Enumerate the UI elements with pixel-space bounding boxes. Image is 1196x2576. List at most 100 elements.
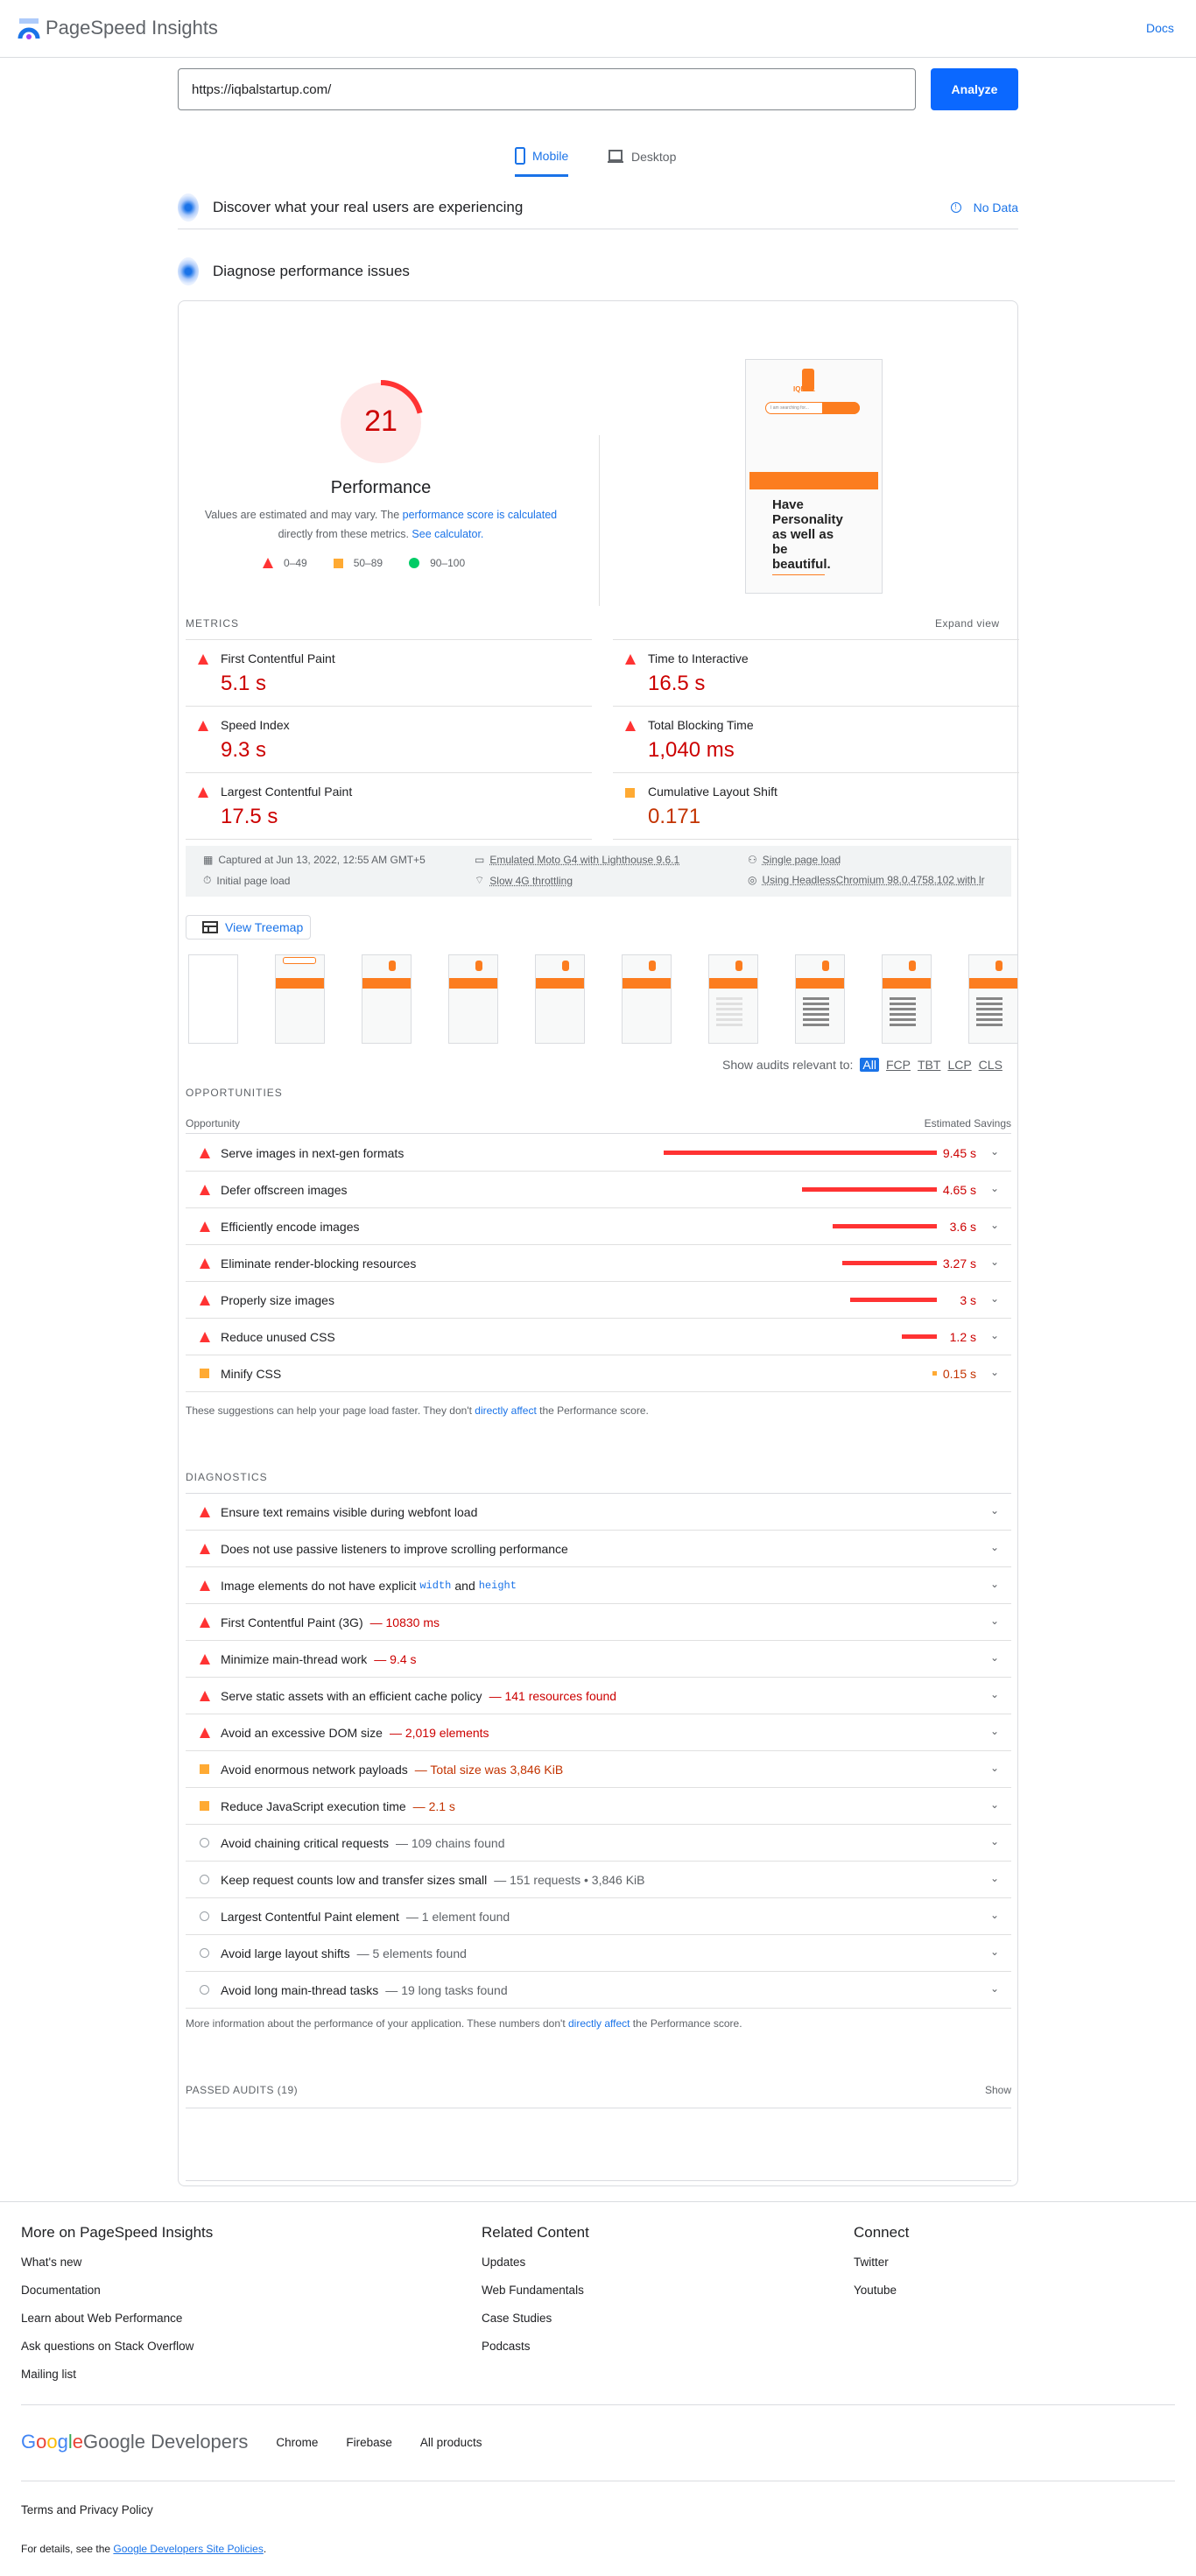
chevron-down-icon[interactable]: ⌄ [990,1798,999,1811]
diagnostic-row[interactable]: Does not use passive listeners to improv… [186,1531,1011,1567]
filter-tbt[interactable]: TBT [918,1058,940,1072]
opportunity-row[interactable]: Minify CSS 0.15 s ⌄ [186,1355,1011,1392]
diagnostic-row[interactable]: Avoid enormous network payloads — Total s… [186,1751,1011,1788]
filter-cls[interactable]: CLS [979,1058,1003,1072]
diagnostic-row[interactable]: Reduce JavaScript execution time — 2.1 s ⌄ [186,1788,1011,1825]
diagnostic-row[interactable]: First Contentful Paint (3G) — 10830 ms ⌄ [186,1604,1011,1641]
chevron-down-icon[interactable]: ⌄ [990,1651,999,1664]
chevron-down-icon[interactable]: ⌄ [990,1946,999,1958]
passed-audits-show-toggle[interactable]: Show [963,2084,1011,2096]
diagnostic-row[interactable]: Avoid an excessive DOM size — 2,019 eleme… [186,1714,1011,1751]
chevron-down-icon[interactable]: ⌄ [990,1762,999,1774]
diagnostic-row[interactable]: Keep request counts low and transfer siz… [186,1862,1011,1898]
performance-score: 21 [364,405,397,438]
footer-link[interactable]: Documentation [21,2284,101,2297]
footer-link[interactable]: Twitter [854,2256,889,2269]
tab-desktop[interactable]: Desktop [607,137,676,177]
opportunity-row[interactable]: Reduce unused CSS 1.2 s ⌄ [186,1319,1011,1355]
fail-triangle-icon [200,1580,210,1591]
analyze-button[interactable]: Analyze [931,68,1018,110]
frame-header [735,961,742,971]
chevron-down-icon[interactable]: ⌄ [990,1145,999,1158]
info-circle-icon [200,1911,209,1921]
opportunity-row[interactable]: Defer offscreen images 4.65 s ⌄ [186,1172,1011,1208]
score-calculated-link[interactable]: performance score is calculated [403,509,557,521]
session-info[interactable]: ⚇ Single page load [748,854,841,866]
view-treemap-button[interactable]: View Treemap [186,915,311,940]
metric-value: 5.1 s [221,672,267,695]
footer-link[interactable]: Case Studies [482,2312,552,2325]
no-data-status[interactable]: ! No Data [950,201,1018,215]
row-icon-wrap [186,1147,221,1158]
footer-link[interactable]: Web Fundamentals [482,2284,584,2297]
chevron-down-icon[interactable]: ⌄ [990,1835,999,1848]
chevron-down-icon[interactable]: ⌄ [990,1615,999,1627]
diagnostic-row[interactable]: Avoid chaining critical requests — 109 ch… [186,1825,1011,1862]
footer-link[interactable]: Ask questions on Stack Overflow [21,2340,193,2353]
chevron-down-icon[interactable]: ⌄ [990,1578,999,1590]
footer-link[interactable]: Mailing list [21,2368,76,2381]
opportunity-row[interactable]: Serve images in next-gen formats 9.45 s ⌄ [186,1135,1011,1172]
chevron-down-icon[interactable]: ⌄ [990,1292,999,1305]
diagnostic-row[interactable]: Ensure text remains visible during webfo… [186,1494,1011,1531]
chevron-down-icon[interactable]: ⌄ [990,1982,999,1995]
diagnostic-row[interactable]: Largest Contentful Paint element — 1 elem… [186,1898,1011,1935]
docs-link[interactable]: Docs [1146,21,1174,35]
chevron-down-icon[interactable]: ⌄ [990,1504,999,1517]
diagnostic-row[interactable]: Image elements do not have explicit width… [186,1567,1011,1604]
chevron-down-icon[interactable]: ⌄ [990,1909,999,1921]
opportunity-row[interactable]: Eliminate render-blocking resources 3.27 … [186,1245,1011,1282]
filter-fcp[interactable]: FCP [886,1058,911,1072]
url-input[interactable] [178,68,916,110]
chevron-down-icon[interactable]: ⌄ [990,1182,999,1194]
diagnostic-row[interactable]: Serve static assets with an efficient ca… [186,1678,1011,1714]
diagnostic-row[interactable]: Avoid long main-thread tasks — 19 long ta… [186,1972,1011,2009]
directly-affect-link[interactable]: directly affect [475,1404,536,1417]
passed-audits-title: PASSED AUDITS (19) [186,2084,299,2096]
all-products-link[interactable]: All products [420,2436,482,2449]
expand-view-toggle[interactable]: Expand view [935,617,1000,630]
chevron-down-icon[interactable]: ⌄ [990,1219,999,1231]
browser-info[interactable]: ◎ Using HeadlessChromium 98.0.4758.102 wi… [748,874,1010,886]
detail-text: Total size was 3,846 KiB [430,1762,564,1777]
diagnostic-detail: — Total size was 3,846 KiB [415,1763,563,1777]
users-icon [178,193,199,222]
footer-link[interactable]: Updates [482,2256,525,2269]
see-calculator-link[interactable]: See calculator. [412,528,483,540]
diagnostic-row[interactable]: Avoid large layout shifts — 5 elements fo… [186,1935,1011,1972]
fail-triangle-icon [198,721,208,731]
opportunity-row[interactable]: Efficiently encode images 3.6 s ⌄ [186,1208,1011,1245]
footer-link[interactable]: Learn about Web Performance [21,2312,182,2325]
firebase-link[interactable]: Firebase [346,2436,392,2449]
frame-headline [803,997,829,1029]
chevron-down-icon[interactable]: ⌄ [990,1725,999,1737]
google-developers-logo[interactable]: GoogleGoogle Developers [21,2431,248,2453]
throttling-info[interactable]: ⌔ Slow 4G throttling [475,874,573,887]
info-circle-icon [200,1838,209,1848]
site-policies-link[interactable]: Google Developers Site Policies [113,2543,263,2555]
metric-total-blocking-time: Total Blocking Time 1,040 ms [613,706,1019,772]
chevron-down-icon[interactable]: ⌄ [990,1688,999,1700]
terms-link[interactable]: Terms and Privacy Policy [21,2503,153,2516]
chevron-down-icon[interactable]: ⌄ [990,1256,999,1268]
opportunity-row[interactable]: Properly size images 3 s ⌄ [186,1282,1011,1319]
diagnostic-row[interactable]: Minimize main-thread work — 9.4 s ⌄ [186,1641,1011,1678]
footer-link[interactable]: What's new [21,2256,81,2269]
footer-link[interactable]: Podcasts [482,2340,531,2353]
filter-all[interactable]: All [860,1058,879,1072]
opportunity-label: Serve images in next-gen formats [221,1145,405,1160]
directly-affect-link[interactable]: directly affect [568,2017,630,2030]
chrome-link[interactable]: Chrome [276,2436,318,2449]
chevron-down-icon[interactable]: ⌄ [990,1541,999,1553]
performance-note: Values are estimated and may vary. The p… [201,505,560,544]
filter-lcp[interactable]: LCP [947,1058,971,1072]
chevron-down-icon[interactable]: ⌄ [990,1872,999,1884]
frame-headline [716,997,742,1029]
fail-triangle-icon [625,721,636,731]
tab-mobile[interactable]: Mobile [515,137,569,177]
device-info[interactable]: ▭ Emulated Moto G4 with Lighthouse 9.6.1 [475,854,679,866]
divider [599,435,600,606]
chevron-down-icon[interactable]: ⌄ [990,1366,999,1378]
chevron-down-icon[interactable]: ⌄ [990,1329,999,1341]
footer-link[interactable]: Youtube [854,2284,897,2297]
